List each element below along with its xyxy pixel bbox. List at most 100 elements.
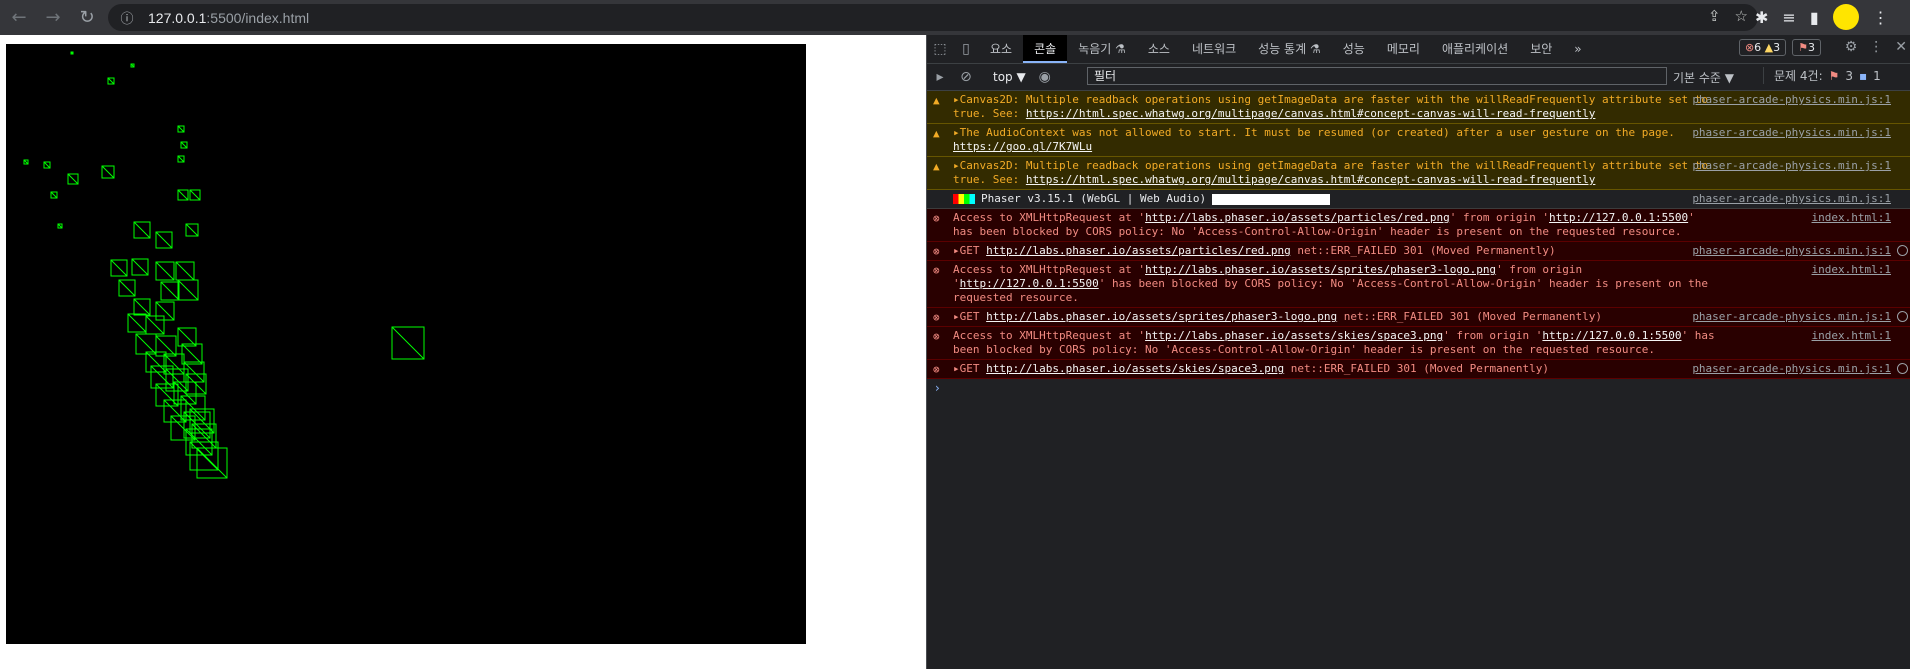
message-link[interactable]: https://html.spec.whatwg.org/multipage/c… [1026, 173, 1596, 186]
velocity-line [391, 326, 425, 360]
menu-kebab-icon[interactable]: ⋮ [1873, 8, 1889, 27]
forward-arrow-icon[interactable]: → [38, 3, 68, 33]
settings-gear-icon[interactable]: ⚙ [1845, 39, 1858, 55]
message-text: ' from origin ' [1449, 211, 1550, 224]
message-source-link[interactable]: index.html:1 [1812, 329, 1891, 343]
reload-icon[interactable]: ↻ [72, 3, 102, 33]
console-message[interactable]: ⊗ Access to XMLHttpRequest at 'http://lab… [927, 209, 1910, 242]
issue-error-icon: ⚑ [1828, 68, 1840, 83]
network-globe-icon[interactable] [1897, 363, 1908, 374]
message-link[interactable]: http://127.0.0.1:5500 [960, 277, 1099, 290]
share-icon[interactable]: ⇪ [1708, 7, 1721, 25]
message-link[interactable]: https://goo.gl/7K7WLu [953, 140, 1092, 153]
message-source-link[interactable]: phaser-arcade-physics.min.js:1 [1692, 362, 1891, 376]
console-message[interactable]: ⊗ ▸GET http://labs.phaser.io/assets/skies… [927, 360, 1910, 379]
media-icon[interactable]: ≡ [1782, 8, 1795, 27]
velocity-line [183, 361, 205, 383]
console-prompt[interactable]: › [927, 379, 1910, 397]
console-message[interactable]: ⊗ Access to XMLHttpRequest at 'http://lab… [927, 327, 1910, 360]
message-link[interactable]: http://labs.phaser.io/assets/particles/r… [1145, 211, 1450, 224]
profile-avatar[interactable] [1832, 4, 1859, 30]
message-link[interactable]: http://labs.phaser.io/assets/particles/r… [986, 244, 1291, 257]
message-source-link[interactable]: phaser-arcade-physics.min.js:1 [1692, 192, 1891, 206]
tab-1[interactable]: 콘솔 [1023, 35, 1068, 63]
log-level-select[interactable]: 기본 수준 ▼ [1673, 69, 1734, 86]
message-source-link[interactable]: phaser-arcade-physics.min.js:1 [1692, 159, 1891, 173]
velocity-line [107, 77, 115, 85]
message-link[interactable]: http://127.0.0.1:5500 [1549, 211, 1688, 224]
message-link[interactable]: http://127.0.0.1:5500 [1542, 329, 1681, 342]
message-text: net::ERR_FAILED 301 (Moved Permanently) [1290, 244, 1556, 257]
console-message[interactable]: ▲ ▸Canvas2D: Multiple readback operations… [927, 91, 1910, 124]
error-icon: ⊗ [933, 311, 940, 324]
velocity-line [155, 231, 173, 249]
console-toolbar: ▸ ⊘ top ▼ ◉ 기본 수준 ▼ 문제 4건: ⚑ 3 ▪ 1 [927, 64, 1910, 91]
extensions-icon[interactable]: ✱ [1755, 8, 1768, 27]
message-link[interactable]: http://labs.phaser.io/assets/sprites/pha… [1145, 263, 1496, 276]
velocity-line [135, 333, 157, 355]
back-arrow-icon[interactable]: ← [4, 3, 34, 33]
message-link[interactable]: https://html.spec.whatwg.org/multipage/c… [1026, 107, 1596, 120]
url-text[interactable]: 127.0.0.1:5500/index.html [148, 10, 309, 26]
device-toggle-icon[interactable]: ▯ [953, 41, 979, 57]
tab-6[interactable]: 성능 [1332, 35, 1376, 63]
bookmark-star-icon[interactable]: ☆ [1735, 7, 1748, 25]
game-canvas[interactable] [6, 44, 806, 644]
error-icon: ⊗ [933, 363, 940, 376]
warning-count: 3 [1773, 41, 1781, 54]
tab-2[interactable]: 녹음기 ⚗ [1067, 35, 1137, 63]
velocity-line [57, 223, 63, 229]
message-text: net::ERR_FAILED 301 (Moved Permanently) [1337, 310, 1603, 323]
network-globe-icon[interactable] [1897, 245, 1908, 256]
message-source-link[interactable]: phaser-arcade-physics.min.js:1 [1692, 93, 1891, 107]
warning-icon: ▲ [933, 127, 940, 140]
tab-8[interactable]: 애플리케이션 [1431, 35, 1519, 63]
message-source-link[interactable]: index.html:1 [1812, 211, 1891, 225]
message-source-link[interactable]: phaser-arcade-physics.min.js:1 [1692, 244, 1891, 258]
eye-icon[interactable]: ◉ [1032, 69, 1058, 85]
more-tabs-button[interactable]: » [1563, 35, 1592, 63]
network-globe-icon[interactable] [1897, 311, 1908, 322]
velocity-line [181, 343, 203, 365]
tab-3[interactable]: 소스 [1137, 35, 1181, 63]
console-message[interactable]: ⊗ ▸GET http://labs.phaser.io/assets/sprit… [927, 308, 1910, 327]
message-source-link[interactable]: index.html:1 [1812, 263, 1891, 277]
issues-error-count: 3 [1845, 68, 1854, 83]
message-link[interactable]: http://labs.phaser.io/assets/skies/space… [986, 362, 1284, 375]
error-icon: ⊗ [933, 212, 940, 225]
issues-label: 문제 4건: [1774, 69, 1823, 83]
site-info-icon[interactable]: ⓘ [116, 7, 138, 29]
velocity-line [160, 281, 180, 301]
inspect-icon[interactable]: ⬚ [927, 41, 953, 57]
console-message[interactable]: ▲ ▸Canvas2D: Multiple readback operations… [927, 157, 1910, 190]
sidebar-toggle-icon[interactable]: ▸ [927, 69, 953, 85]
side-panel-icon[interactable]: ▮ [1810, 8, 1819, 27]
tab-4[interactable]: 네트워크 [1181, 35, 1247, 63]
console-message[interactable]: ⊗ Access to XMLHttpRequest at 'http://lab… [927, 261, 1910, 308]
message-link[interactable]: http://labs.phaser.io/assets/skies/space… [1145, 329, 1443, 342]
issues-counter[interactable]: 문제 4건: ⚑ 3 ▪ 1 [1763, 67, 1881, 84]
error-count-badge[interactable]: ⊗6 ▲3 [1738, 39, 1787, 56]
clear-console-icon[interactable]: ⊘ [953, 69, 979, 85]
browser-toolbar: ← → ↻ ⓘ 127.0.0.1:5500/index.html ⇪ ☆ ✱ … [0, 0, 1910, 35]
address-bar[interactable]: ⓘ 127.0.0.1:5500/index.html ⇪ ☆ [108, 4, 1758, 31]
filter-input[interactable] [1087, 67, 1667, 85]
context-select[interactable]: top ▼ [987, 70, 1032, 84]
message-link[interactable]: http://labs.phaser.io/assets/sprites/pha… [986, 310, 1337, 323]
tab-9[interactable]: 보안 [1519, 35, 1563, 63]
velocity-line [101, 165, 115, 179]
devtools-menu-icon[interactable]: ⋮ [1869, 39, 1883, 55]
error-icon: ⊗ [933, 245, 940, 258]
message-source-link[interactable]: phaser-arcade-physics.min.js:1 [1692, 310, 1891, 324]
warning-icon: ▲ [933, 160, 940, 173]
message-text: Access to XMLHttpRequest at ' [953, 329, 1146, 342]
close-icon[interactable]: ✕ [1895, 39, 1907, 55]
console-message[interactable]: ⊗ ▸GET http://labs.phaser.io/assets/parti… [927, 242, 1910, 261]
tab-7[interactable]: 메모리 [1376, 35, 1431, 63]
console-message[interactable]: ▲ ▸The AudioContext was not allowed to st… [927, 124, 1910, 157]
console-message[interactable]: Phaser v3.15.1 (WebGL | Web Audio) phaser… [927, 190, 1910, 209]
message-source-link[interactable]: phaser-arcade-physics.min.js:1 [1692, 126, 1891, 140]
tab-5[interactable]: 성능 통계 ⚗ [1247, 35, 1332, 63]
tab-0[interactable]: 요소 [979, 35, 1023, 63]
issues-badge[interactable]: ⚑3 [1792, 39, 1821, 56]
